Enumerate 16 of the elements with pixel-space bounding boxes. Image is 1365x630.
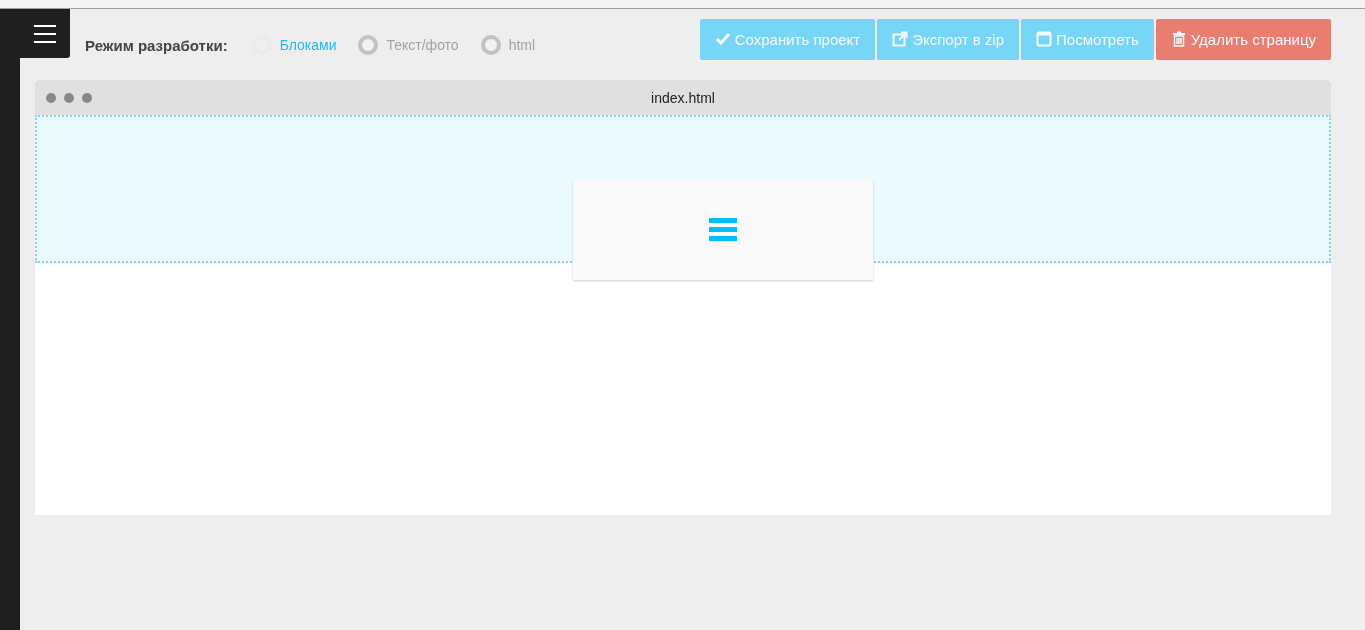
- delete-button[interactable]: Удалить страницу: [1155, 18, 1331, 60]
- preview-button[interactable]: Посмотреть: [1021, 18, 1154, 60]
- menu-icon: [709, 218, 737, 242]
- external-link-icon: [892, 31, 909, 47]
- menu-icon: [34, 24, 56, 43]
- window-title: index.html: [651, 89, 715, 106]
- save-button[interactable]: Сохранить проект: [699, 18, 876, 60]
- export-button[interactable]: Экспорт в zip: [877, 18, 1020, 60]
- mode-label: Режим разработки:: [85, 35, 228, 54]
- check-icon: [714, 31, 731, 47]
- trash-icon: [1170, 31, 1187, 47]
- mode-radio[interactable]: Блоками: [251, 34, 337, 55]
- window-dots-icon: [46, 92, 92, 103]
- window-icon: [1036, 31, 1053, 47]
- mode-radio[interactable]: Текст/фото: [358, 34, 459, 55]
- mode-radio[interactable]: html: [480, 34, 536, 55]
